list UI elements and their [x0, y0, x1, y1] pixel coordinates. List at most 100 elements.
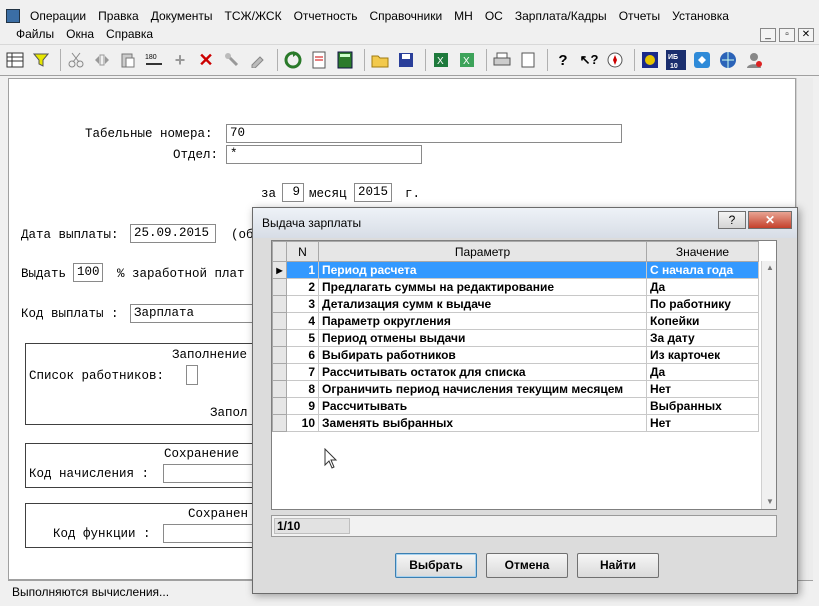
- refresh-icon[interactable]: [282, 49, 304, 71]
- table-row[interactable]: 8 Ограничить период начисления текущим м…: [272, 380, 759, 398]
- row-number: 6: [286, 346, 319, 364]
- table-row[interactable]: 3 Детализация сумм к выдаче По работнику: [272, 295, 759, 313]
- ib-icon[interactable]: ИБ 10: [665, 49, 687, 71]
- menu-files[interactable]: Файлы: [10, 27, 60, 41]
- row-value[interactable]: Копейки: [646, 312, 759, 330]
- table-row[interactable]: 2 Предлагать суммы на редактирование Да: [272, 278, 759, 296]
- globe-icon[interactable]: [717, 49, 739, 71]
- table-row[interactable]: 4 Параметр округления Копейки: [272, 312, 759, 330]
- pay-date-input[interactable]: 25.09.2015: [130, 224, 216, 243]
- row-indicator: [272, 346, 287, 364]
- minimize-button[interactable]: _: [760, 28, 776, 42]
- month-input[interactable]: 9: [282, 183, 304, 202]
- tool-icon[interactable]: [221, 49, 243, 71]
- menu-mn[interactable]: МН: [448, 9, 479, 23]
- open-folder-icon[interactable]: [369, 49, 391, 71]
- close-window-button[interactable]: ✕: [798, 28, 814, 42]
- compass-icon[interactable]: [604, 49, 626, 71]
- excel-export-icon[interactable]: X: [456, 49, 478, 71]
- year-input[interactable]: 2015: [354, 183, 392, 202]
- row-parameter: Рассчитывать остаток для списка: [318, 363, 647, 381]
- move-icon[interactable]: [91, 49, 113, 71]
- add-icon[interactable]: +: [169, 49, 191, 71]
- cut-icon[interactable]: [65, 49, 87, 71]
- table-row[interactable]: 9 Рассчитывать Выбранных: [272, 397, 759, 415]
- restore-button[interactable]: ▫: [779, 28, 795, 42]
- pay-code-label: Код выплаты :: [21, 307, 119, 321]
- calculator-icon[interactable]: [334, 49, 356, 71]
- table-row[interactable]: 5 Период отмены выдачи За дату: [272, 329, 759, 347]
- menu-reporting[interactable]: Отчетность: [288, 9, 364, 23]
- save-icon[interactable]: [395, 49, 417, 71]
- paste-icon[interactable]: [117, 49, 139, 71]
- row-selected-icon: ▶: [272, 261, 287, 279]
- dialog-help-button[interactable]: ?: [718, 211, 746, 229]
- department-input[interactable]: *: [226, 145, 422, 164]
- grid-scrollbar[interactable]: ▲ ▼: [761, 261, 776, 509]
- find-button[interactable]: Найти: [577, 553, 659, 578]
- scroll-up-icon[interactable]: ▲: [766, 263, 774, 272]
- form-scrollbar[interactable]: [796, 78, 813, 580]
- cancel-button[interactable]: Отмена: [486, 553, 568, 578]
- row-value[interactable]: Нет: [646, 380, 759, 398]
- row-value[interactable]: Выбранных: [646, 397, 759, 415]
- teamviewer-icon[interactable]: [639, 49, 661, 71]
- edit-icon[interactable]: [247, 49, 269, 71]
- menu-settings[interactable]: Установка: [666, 9, 735, 23]
- accrual-code-input[interactable]: [163, 464, 259, 483]
- table-header: N Параметр Значение: [272, 241, 759, 262]
- table-row[interactable]: ▶ 1 Период расчета С начала года: [272, 261, 759, 279]
- menu-salary[interactable]: Зарплата/Кадры: [509, 9, 613, 23]
- support-icon[interactable]: [691, 49, 713, 71]
- menu-windows[interactable]: Окна: [60, 27, 100, 41]
- menu-documents[interactable]: Документы: [145, 9, 219, 23]
- column-value[interactable]: Значение: [646, 241, 759, 262]
- row-value[interactable]: Из карточек: [646, 346, 759, 364]
- issue-percent-input[interactable]: 100: [73, 263, 103, 282]
- scroll-down-icon[interactable]: ▼: [766, 497, 774, 506]
- select-button[interactable]: Выбрать: [395, 553, 477, 578]
- excel-icon[interactable]: X: [430, 49, 452, 71]
- rotate-180-icon[interactable]: 180: [143, 49, 165, 71]
- table-row[interactable]: 6 Выбирать работников Из карточек: [272, 346, 759, 364]
- filter-icon[interactable]: [30, 49, 52, 71]
- row-indicator: [272, 295, 287, 313]
- menu-edit[interactable]: Правка: [92, 9, 145, 23]
- row-value[interactable]: Да: [646, 363, 759, 381]
- menu-help[interactable]: Справка: [100, 27, 159, 41]
- row-value[interactable]: Нет: [646, 414, 759, 432]
- column-n[interactable]: N: [286, 241, 319, 262]
- table-row[interactable]: 10 Заменять выбранных Нет: [272, 414, 759, 432]
- column-parameter[interactable]: Параметр: [318, 241, 647, 262]
- help-icon[interactable]: ?: [552, 49, 574, 71]
- pay-date-label: Дата выплаты:: [21, 228, 119, 242]
- row-indicator: [272, 363, 287, 381]
- menu-reports[interactable]: Отчеты: [613, 9, 666, 23]
- tab-numbers-input[interactable]: 70: [226, 124, 622, 143]
- pay-code-input[interactable]: Зарплата: [130, 304, 255, 323]
- svg-text:ИБ: ИБ: [668, 54, 678, 61]
- menu-tszh[interactable]: ТСЖ/ЖСК: [219, 9, 288, 23]
- row-value[interactable]: За дату: [646, 329, 759, 347]
- menu-directories[interactable]: Справочники: [363, 9, 448, 23]
- print-icon[interactable]: [491, 49, 513, 71]
- menu-os[interactable]: ОС: [479, 9, 509, 23]
- row-value[interactable]: С начала года: [646, 261, 759, 279]
- table-row[interactable]: 7 Рассчитывать остаток для списка Да: [272, 363, 759, 381]
- row-value[interactable]: По работнику: [646, 295, 759, 313]
- whats-this-icon[interactable]: ↖?: [578, 49, 600, 71]
- dialog-close-button[interactable]: ✕: [748, 211, 792, 229]
- toolbar-separator: [547, 49, 548, 71]
- export-icon[interactable]: [308, 49, 330, 71]
- document-icon[interactable]: [517, 49, 539, 71]
- user-icon[interactable]: [743, 49, 765, 71]
- row-value[interactable]: Да: [646, 278, 759, 296]
- grid-icon[interactable]: [4, 49, 26, 71]
- function-code-input[interactable]: [163, 524, 259, 543]
- toolbar-separator: [634, 49, 635, 71]
- delete-icon[interactable]: ✕: [195, 49, 217, 71]
- employees-list-checkbox[interactable]: [186, 365, 198, 385]
- row-number: 9: [286, 397, 319, 415]
- menu-operations[interactable]: Операции: [24, 9, 92, 23]
- row-parameter: Предлагать суммы на редактирование: [318, 278, 647, 296]
